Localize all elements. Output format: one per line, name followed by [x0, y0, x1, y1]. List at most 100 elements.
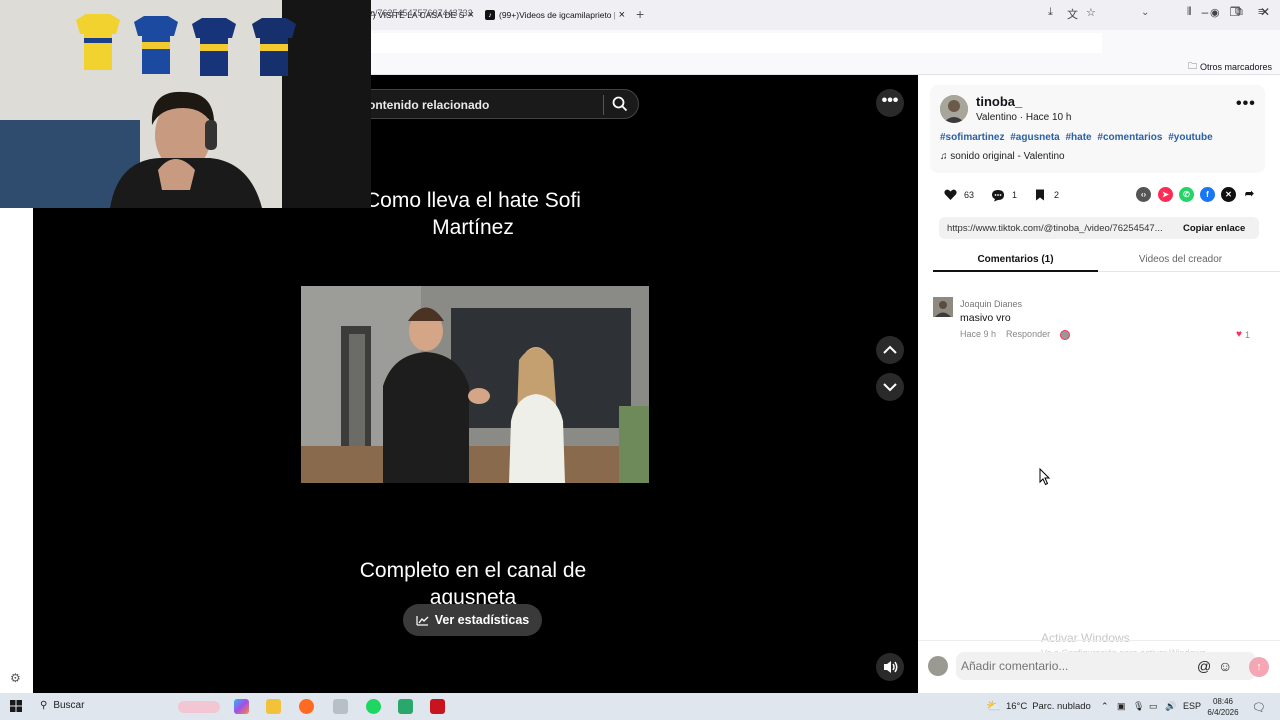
app-tray-icon[interactable]: ▣: [1117, 701, 1126, 712]
post-details-panel: tinoba_ Valentino · Hace 10 h ••• #sofim…: [918, 75, 1280, 693]
chart-icon: [416, 615, 429, 626]
send-icon[interactable]: ➤: [1158, 187, 1173, 202]
like-count: 63: [964, 190, 975, 200]
library-icon[interactable]: ⫴: [1187, 6, 1192, 19]
window-close-icon[interactable]: ✕: [1250, 5, 1280, 19]
view-stats-button[interactable]: Ver estadísticas: [403, 604, 542, 636]
send-comment-button[interactable]: ↑: [1249, 657, 1269, 677]
facebook-icon[interactable]: f: [1200, 187, 1215, 202]
previous-video-button[interactable]: [876, 336, 904, 364]
music-note-icon: ♫: [940, 151, 948, 162]
sound-link[interactable]: ♫ sonido original - Valentino: [940, 151, 1065, 162]
chevron-up-icon: [883, 345, 897, 354]
mouse-cursor-icon: [1039, 468, 1051, 486]
speaker-icon[interactable]: 🔊: [1165, 701, 1176, 712]
clock[interactable]: 08:46 6/4/2026: [1205, 696, 1241, 718]
cherry-blossom-icon: [178, 701, 220, 713]
file-explorer-icon[interactable]: [266, 699, 281, 714]
notification-icon[interactable]: 🗨: [1252, 701, 1266, 714]
browser-tab-2[interactable]: ♪ (99+)Videos de igcamilaprieto | ×: [485, 5, 625, 25]
comment-like-count: 1: [1244, 329, 1250, 340]
more-options-icon[interactable]: •••: [1236, 95, 1256, 113]
media-app-icon[interactable]: [430, 699, 445, 714]
post-subline: Valentino · Hace 10 h: [976, 112, 1072, 123]
clock-time: 08:46: [1212, 697, 1234, 706]
comment-like-button[interactable]: ♥ 1: [1236, 329, 1250, 340]
hashtag-link[interactable]: #sofimartinez: [940, 132, 1004, 143]
like-button[interactable]: 63: [942, 187, 974, 203]
app-icon[interactable]: [398, 699, 413, 714]
webcam-overlay: [0, 0, 371, 208]
url-text[interactable]: o/7625454757607443732: [370, 8, 473, 18]
next-video-button[interactable]: [876, 373, 904, 401]
tab-title: (99+)Videos de igcamilaprieto |: [499, 10, 615, 20]
embed-icon[interactable]: ‹›: [1136, 187, 1151, 202]
taskbar-search[interactable]: ⚲ Buscar: [40, 700, 84, 711]
comment-meta: Hace 9 h Responder: [960, 329, 1071, 340]
address-bar[interactable]: [340, 33, 1102, 53]
more-options-button[interactable]: •••: [876, 89, 904, 117]
hashtags: #sofimartinez #agusneta #hate #comentari…: [940, 132, 1216, 143]
search-placeholder[interactable]: ontenido relacionado: [368, 98, 489, 112]
account-icon[interactable]: ◉: [1210, 6, 1220, 19]
network-icon[interactable]: ▭: [1149, 701, 1158, 712]
weather-temp: 16°C: [1005, 700, 1028, 712]
share-link-box: https://www.tiktok.com/@tinoba_/video/76…: [939, 217, 1259, 239]
windows-start-icon[interactable]: [10, 700, 22, 712]
hashtag-link[interactable]: #hate: [1066, 132, 1092, 143]
gear-icon[interactable]: ⚙: [10, 671, 21, 685]
chevron-down-icon[interactable]: ⌄: [1141, 7, 1149, 18]
avatar: [928, 656, 948, 676]
chevron-down-icon: [883, 383, 897, 392]
save-button[interactable]: 2: [1032, 187, 1059, 203]
tab-comments[interactable]: Comentarios (1): [933, 254, 1098, 272]
comment-button[interactable]: 1: [990, 187, 1017, 203]
star-icon[interactable]: ☆: [1086, 6, 1096, 19]
install-icon[interactable]: ⤓: [1048, 6, 1053, 19]
search-icon[interactable]: [611, 95, 629, 113]
hashtag-link[interactable]: #agusneta: [1010, 132, 1059, 143]
weather-widget[interactable]: ⛅ 16°C Parc. nublado: [986, 699, 1091, 713]
menu-icon[interactable]: ≡: [1258, 6, 1264, 18]
heart-icon: ♥: [1236, 329, 1242, 340]
avatar[interactable]: [940, 95, 968, 123]
spotify-icon[interactable]: [366, 699, 381, 714]
hashtag-link[interactable]: #youtube: [1168, 132, 1212, 143]
extensions-icon[interactable]: ⧉: [1235, 6, 1243, 19]
new-tab-icon[interactable]: +: [636, 6, 644, 22]
folder-icon: 🗀: [1187, 61, 1197, 71]
avatar[interactable]: [933, 297, 953, 317]
video-frame: [301, 286, 649, 483]
whatsapp-icon[interactable]: ✆: [1179, 187, 1194, 202]
language-indicator[interactable]: ESP: [1183, 701, 1201, 711]
copilot-icon[interactable]: [234, 699, 249, 714]
comment-username[interactable]: Joaquin Dianes: [960, 299, 1022, 309]
partly-cloudy-icon: ⛅: [986, 699, 1001, 713]
translate-icon[interactable]: 文: [1067, 6, 1078, 22]
hashtag-link[interactable]: #comentarios: [1097, 132, 1162, 143]
close-icon[interactable]: ×: [619, 9, 625, 21]
x-icon[interactable]: ✕: [1221, 187, 1236, 202]
share-link-text[interactable]: https://www.tiktok.com/@tinoba_/video/76…: [947, 223, 1175, 234]
copy-link-button[interactable]: Copiar enlace: [1183, 223, 1245, 234]
clock-date: 6/4/2026: [1207, 708, 1239, 717]
tab-creator-videos[interactable]: Videos del creador: [1098, 254, 1263, 265]
volume-button[interactable]: [876, 653, 904, 681]
volume-icon: [884, 661, 898, 673]
save-count: 2: [1054, 190, 1060, 200]
chevron-up-icon[interactable]: ⌃: [1101, 701, 1109, 712]
emoji-icon[interactable]: ☺: [1218, 658, 1232, 674]
comment-count: 1: [1012, 190, 1018, 200]
comment-icon: [990, 187, 1006, 203]
tool-icon[interactable]: [333, 699, 348, 714]
reply-link[interactable]: Responder: [1006, 329, 1050, 339]
heart-icon: [942, 187, 958, 203]
firefox-icon[interactable]: [299, 699, 314, 714]
tiktok-icon: ♪: [485, 10, 495, 20]
other-bookmarks[interactable]: 🗀 Otros marcadores: [1188, 59, 1272, 75]
microphone-icon[interactable]: 🎙: [1133, 701, 1144, 712]
share-arrow-icon[interactable]: ➦: [1242, 187, 1257, 202]
post-username[interactable]: tinoba_: [976, 94, 1022, 109]
mention-icon[interactable]: @: [1197, 658, 1211, 674]
avatar-image: [933, 297, 953, 317]
